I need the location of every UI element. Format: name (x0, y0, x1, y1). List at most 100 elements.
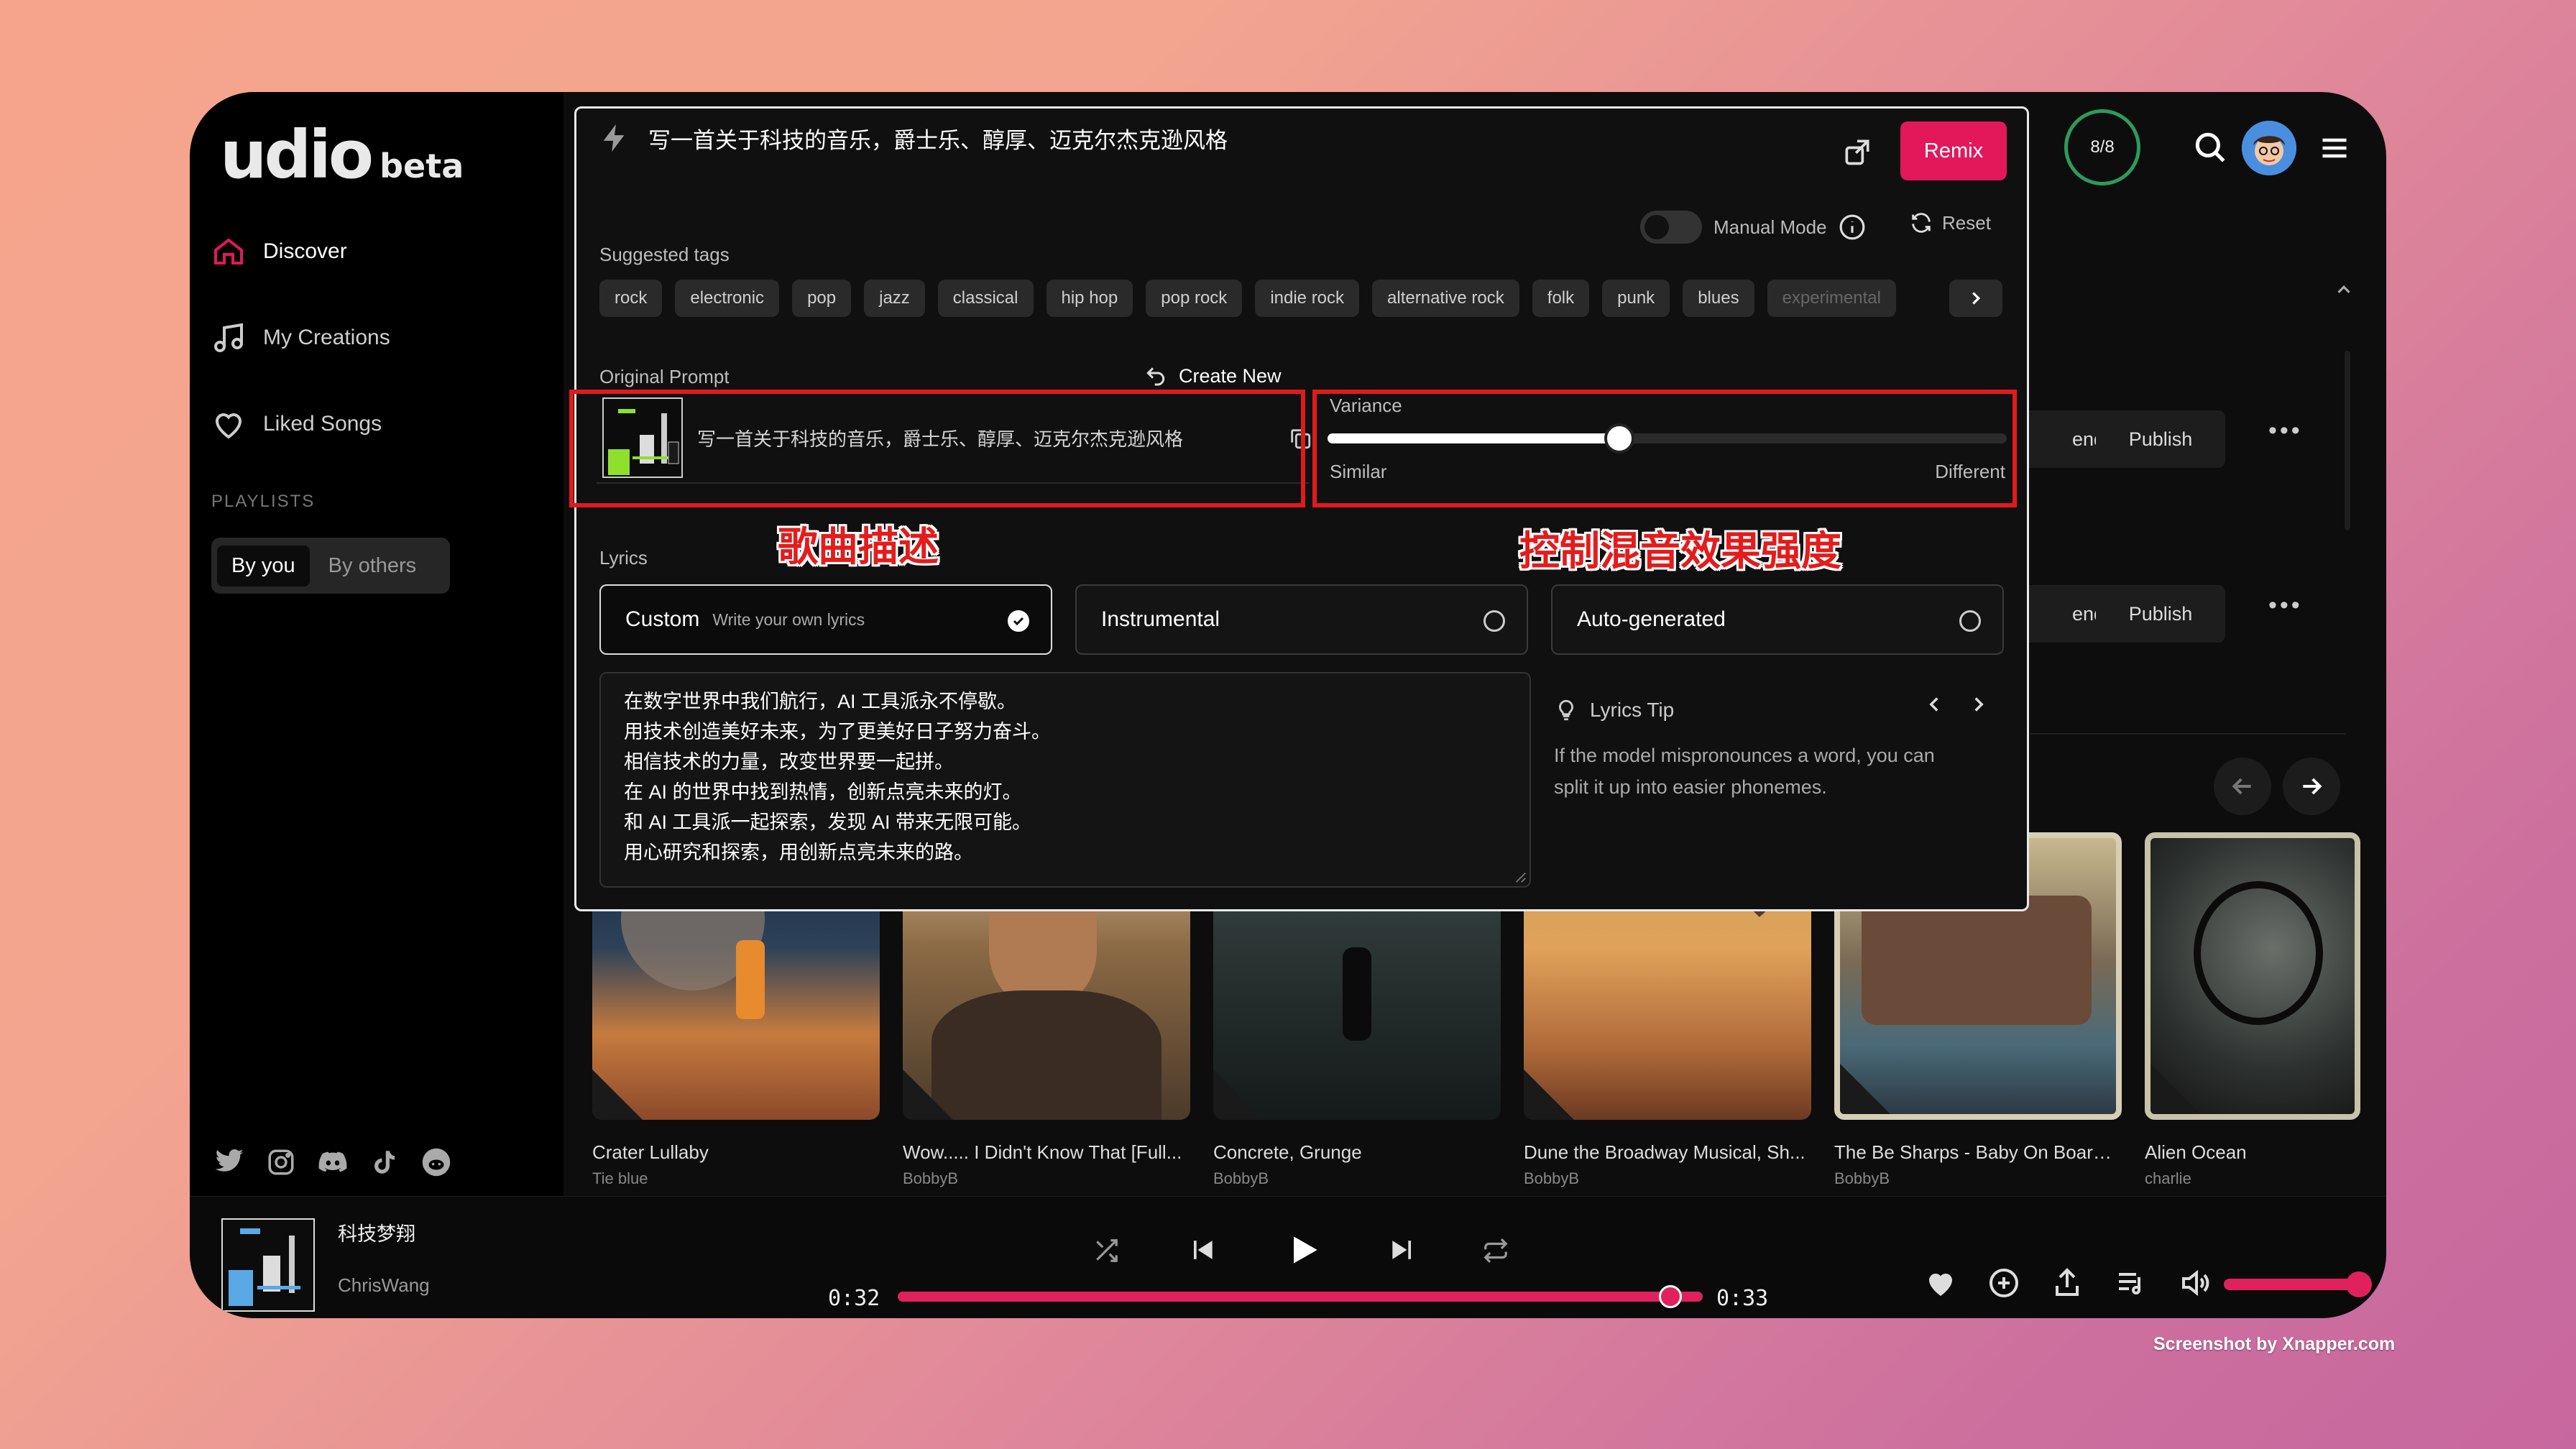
publish-button[interactable]: Publish (2096, 585, 2225, 643)
more-options-icon[interactable]: ••• (2268, 592, 2303, 620)
progress-handle[interactable] (1659, 1285, 1683, 1308)
card-title[interactable]: Dune the Broadway Musical, Sh... (1524, 1141, 1811, 1164)
option-label: Instrumental (1101, 607, 1220, 631)
tag-chip[interactable]: blues (1683, 280, 1754, 317)
chevron-right-icon (1972, 292, 1981, 305)
card-title[interactable]: Alien Ocean (2145, 1141, 2360, 1164)
player-bar: 科技梦翔 ChrisWang 0:32 0:33 (190, 1196, 2386, 1318)
tag-chip[interactable]: indie rock (1255, 280, 1360, 317)
tag-chip[interactable]: jazz (864, 280, 925, 317)
undo-icon (1146, 367, 1165, 386)
instagram-icon[interactable] (266, 1147, 296, 1177)
shuffle-icon[interactable] (1092, 1237, 1120, 1264)
sidebar-item-liked-songs[interactable]: Liked Songs (211, 407, 382, 441)
card-title[interactable]: Crater Lullaby (592, 1141, 880, 1164)
card-artist[interactable]: Tie blue (592, 1169, 880, 1188)
reddit-icon[interactable] (421, 1147, 451, 1177)
more-options-icon[interactable]: ••• (2268, 417, 2303, 445)
add-circle-icon[interactable] (1987, 1266, 2021, 1300)
song-card[interactable]: Alien Ocean charlie (2145, 832, 2360, 1188)
card-artist[interactable]: BobbyB (1524, 1169, 1811, 1188)
lyrics-textarea[interactable]: 在数字世界中我们航行，AI 工具派永不停歇。 用技术创造美好未来，为了更美好日子… (599, 672, 1531, 888)
annotation-label-prompt: 歌曲描述 (778, 524, 939, 571)
lyrics-option-instrumental[interactable]: Instrumental (1075, 584, 1528, 655)
volume-handle[interactable] (2346, 1271, 2372, 1297)
lightning-icon (603, 124, 625, 152)
progress-bar[interactable] (898, 1285, 1703, 1308)
chevron-right-icon[interactable] (1966, 692, 1991, 717)
tag-chip[interactable]: electronic (675, 280, 780, 317)
create-new-button[interactable]: Create New (1144, 364, 1282, 387)
tag-chip[interactable]: experimental (1767, 280, 1896, 317)
card-title[interactable]: Wow..... I Didn't Know That [Full... (903, 1141, 1190, 1164)
resize-handle-icon[interactable] (1514, 870, 1527, 883)
play-icon[interactable] (1284, 1230, 1324, 1270)
udio-logo[interactable]: udio beta (220, 116, 464, 193)
sidebar-item-my-creations[interactable]: My Creations (211, 321, 390, 355)
tag-chip[interactable]: alternative rock (1372, 280, 1519, 317)
remix-panel: 写一首关于科技的音乐，爵士乐、醇厚、迈克尔杰克逊风格 Remix Manual … (574, 106, 2029, 911)
tag-chip[interactable]: classical (937, 280, 1034, 317)
tag-chip[interactable]: folk (1532, 280, 1590, 317)
card-artist[interactable]: charlie (2145, 1169, 2360, 1188)
discord-icon[interactable] (318, 1147, 348, 1177)
publish-button[interactable]: Publish (2096, 410, 2225, 468)
filter-by-you[interactable]: By you (217, 545, 310, 586)
heart-icon (215, 413, 242, 439)
tag-chip[interactable]: pop (792, 280, 852, 317)
arrow-left-icon (2232, 778, 2251, 795)
tip-title: Lyrics Tip (1590, 699, 1675, 721)
tags-next-button[interactable] (1949, 280, 2002, 317)
queue-icon[interactable] (2113, 1266, 2148, 1300)
carousel-prev-button[interactable] (2214, 758, 2271, 815)
carousel-next-button[interactable] (2283, 758, 2340, 815)
radio-icon (1959, 610, 1981, 632)
heart-icon[interactable] (1923, 1266, 1958, 1300)
next-track-icon[interactable] (1387, 1234, 1419, 1266)
card-artist[interactable]: BobbyB (903, 1169, 1190, 1188)
search-icon[interactable] (2192, 129, 2228, 165)
toggle-switch[interactable] (1640, 211, 1702, 244)
lyrics-option-auto[interactable]: Auto-generated (1551, 584, 2004, 655)
tag-chip[interactable]: punk (1602, 280, 1670, 317)
repeat-icon[interactable] (1482, 1237, 1509, 1264)
tag-chip[interactable]: rock (599, 280, 663, 317)
card-title[interactable]: Concrete, Grunge (1213, 1141, 1501, 1164)
filter-by-others[interactable]: By others (316, 546, 430, 586)
volume-slider[interactable] (2224, 1271, 2372, 1297)
option-label: Custom (625, 607, 700, 631)
previous-track-icon[interactable] (1186, 1234, 1218, 1266)
manual-mode-toggle[interactable]: Manual Mode (1640, 211, 1866, 244)
remix-button[interactable]: Remix (1900, 121, 2007, 180)
menu-icon[interactable] (2319, 132, 2350, 164)
prompt-input[interactable]: 写一首关于科技的音乐，爵士乐、醇厚、迈克尔杰克逊风格 (648, 122, 1228, 155)
sidebar-item-discover[interactable]: Discover (211, 234, 347, 269)
chevron-up-icon[interactable] (2333, 279, 2355, 300)
now-playing-artist[interactable]: ChrisWang (338, 1274, 430, 1297)
share-icon[interactable] (2050, 1266, 2084, 1300)
sidebar: udio beta Discover My Creations Liked So… (190, 92, 564, 1196)
lyrics-option-custom[interactable]: Custom Write your own lyrics (599, 584, 1052, 655)
sidebar-item-label: My Creations (263, 326, 390, 349)
tiktok-icon[interactable] (369, 1147, 400, 1177)
avatar[interactable] (2242, 121, 2296, 175)
share-icon[interactable] (1841, 136, 1873, 167)
card-artist[interactable]: BobbyB (1213, 1169, 1501, 1188)
lyrics-tip: Lyrics Tip If the model mispronounces a … (1554, 697, 2000, 803)
card-artist[interactable]: BobbyB (1834, 1169, 2122, 1188)
option-sublabel: Write your own lyrics (712, 610, 865, 629)
twitter-icon[interactable] (214, 1147, 244, 1177)
credits-counter[interactable]: 8/8 (2064, 109, 2140, 185)
now-playing-title[interactable]: 科技梦翔 (338, 1218, 415, 1246)
lyrics-line: 用技术创造美好未来，为了更美好日子努力奋斗。 (624, 721, 1051, 742)
reset-button[interactable]: Reset (1909, 211, 1991, 235)
chevron-left-icon[interactable] (1922, 692, 1946, 717)
tag-chip[interactable]: pop rock (1146, 280, 1243, 317)
scrollbar[interactable] (2345, 351, 2350, 530)
info-icon[interactable] (1839, 213, 1866, 241)
tag-chip[interactable]: hip hop (1046, 280, 1133, 317)
card-title[interactable]: The Be Sharps - Baby On Board,... (1834, 1141, 2122, 1164)
now-playing-cover[interactable] (221, 1218, 315, 1312)
volume-icon[interactable] (2178, 1266, 2212, 1300)
prompt-bar[interactable]: 写一首关于科技的音乐，爵士乐、醇厚、迈克尔杰克逊风格 (598, 121, 1228, 155)
